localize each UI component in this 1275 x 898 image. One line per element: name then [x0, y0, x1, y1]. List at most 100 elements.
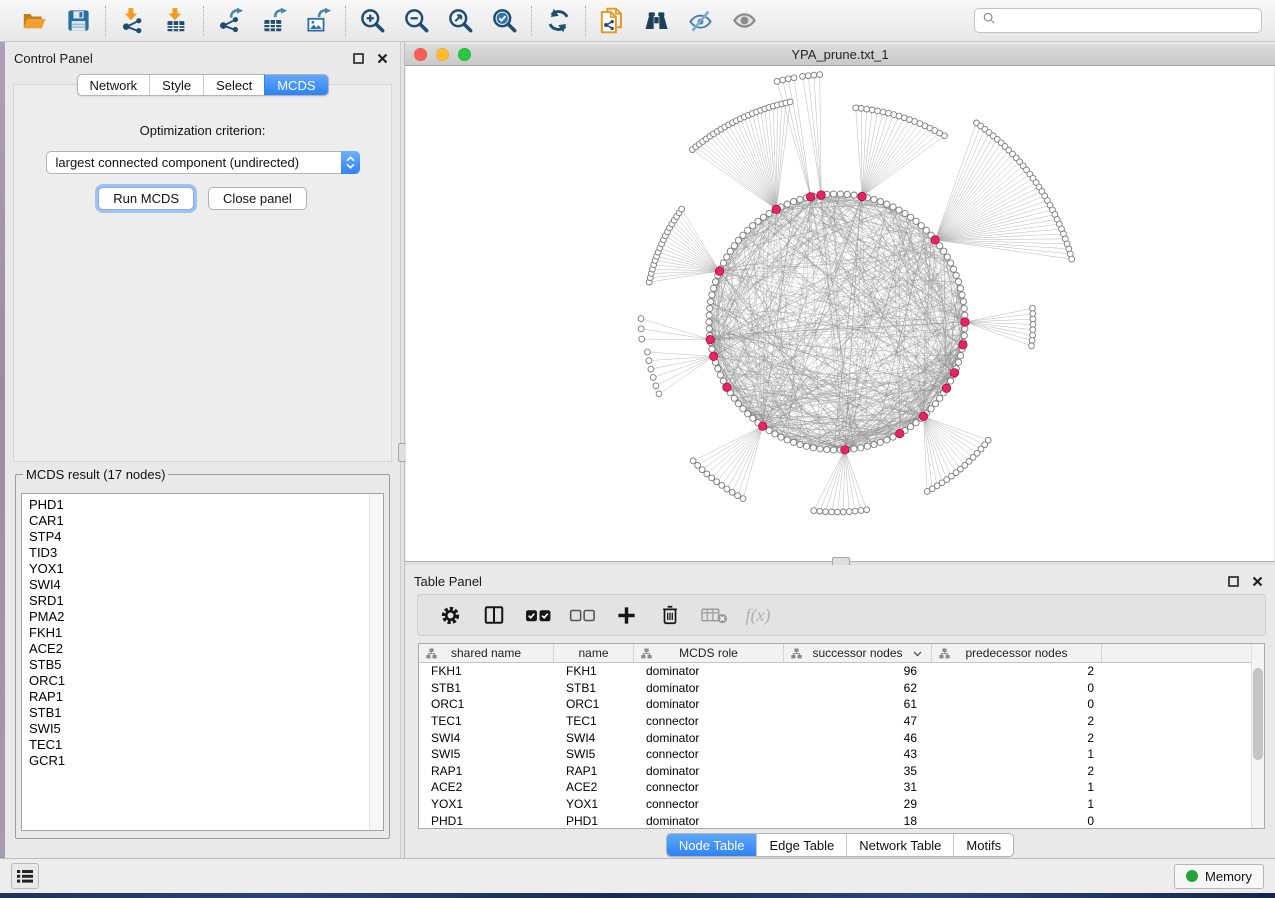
- table-cell-successor-nodes: 18: [784, 814, 932, 828]
- table-row[interactable]: RAP1RAP1dominator352: [419, 763, 1264, 780]
- run-mcds-button[interactable]: Run MCDS: [98, 187, 194, 210]
- table-row[interactable]: ACE2ACE2connector311: [419, 779, 1264, 796]
- mcds-result-item[interactable]: STB1: [29, 705, 383, 721]
- open-folder-icon[interactable]: [21, 7, 48, 34]
- mcds-result-item[interactable]: STP4: [29, 529, 383, 545]
- optimization-criterion-label: Optimization criterion:: [14, 123, 391, 138]
- list-scrollbar[interactable]: [369, 494, 383, 830]
- table-cell-predecessor-nodes: 0: [932, 681, 1102, 695]
- table-scrollbar[interactable]: [1251, 644, 1264, 828]
- zoom-out-icon[interactable]: [403, 7, 430, 34]
- mcds-result-item[interactable]: RAP1: [29, 689, 383, 705]
- table-row[interactable]: STB1STB1dominator620: [419, 680, 1264, 697]
- table-row[interactable]: TEC1TEC1connector472: [419, 713, 1264, 730]
- deselect-all-icon[interactable]: [560, 608, 604, 623]
- tab-motifs[interactable]: Motifs: [953, 834, 1013, 856]
- table-row[interactable]: SWI5SWI5connector431: [419, 746, 1264, 763]
- export-image-icon[interactable]: [305, 7, 332, 34]
- toolbar-icon-groups: [8, 0, 771, 41]
- share-document-icon[interactable]: [599, 7, 626, 34]
- gear-icon[interactable]: [428, 604, 472, 627]
- tab-edge-table[interactable]: Edge Table: [756, 834, 846, 856]
- tab-node-table[interactable]: Node Table: [667, 834, 757, 856]
- zoom-selected-icon[interactable]: [491, 7, 518, 34]
- scrollbar-thumb[interactable]: [1253, 668, 1263, 760]
- table-cell-mcds-role: connector: [634, 714, 784, 728]
- hide-graphics-details-icon[interactable]: [687, 7, 714, 34]
- import-network-icon[interactable]: [119, 7, 146, 34]
- mcds-result-item[interactable]: FKH1: [29, 625, 383, 641]
- search-input[interactable]: [1002, 12, 1254, 29]
- close-panel-icon[interactable]: [1252, 576, 1263, 587]
- binoculars-icon[interactable]: [643, 7, 670, 34]
- table-row[interactable]: SWI4SWI4dominator462: [419, 729, 1264, 746]
- column-header-mcds-role[interactable]: MCDS role: [634, 644, 784, 662]
- table-tabs: Node TableEdge TableNetwork TableMotifs: [666, 833, 1014, 857]
- column-header-predecessor-nodes[interactable]: predecessor nodes: [932, 644, 1102, 662]
- table-row[interactable]: PHD1PHD1dominator180: [419, 812, 1264, 829]
- table-row[interactable]: ORC1ORC1dominator610: [419, 696, 1264, 713]
- import-table-icon[interactable]: [163, 7, 190, 34]
- delete-icon[interactable]: [648, 604, 692, 626]
- tab-network-table[interactable]: Network Table: [846, 834, 953, 856]
- save-icon[interactable]: [65, 7, 92, 34]
- table-cell-predecessor-nodes: 2: [932, 714, 1102, 728]
- zoom-fit-icon[interactable]: [447, 7, 474, 34]
- search-box[interactable]: [974, 8, 1262, 33]
- column-header-name[interactable]: name: [554, 644, 634, 662]
- mcds-result-item[interactable]: ACE2: [29, 641, 383, 657]
- control-panel: Control Panel NetworkStyleSelectMCDS Opt…: [5, 42, 400, 858]
- export-network-icon[interactable]: [217, 7, 244, 34]
- table-cell-name: STB1: [554, 681, 634, 695]
- table-row[interactable]: YOX1YOX1connector291: [419, 796, 1264, 813]
- refresh-icon[interactable]: [545, 7, 572, 34]
- close-window-icon[interactable]: [414, 48, 427, 61]
- show-graphics-details-icon[interactable]: [731, 7, 758, 34]
- table-panel: Table Panel f(x) shared namenameMCDS rol…: [405, 565, 1275, 858]
- mcds-result-item[interactable]: TEC1: [29, 737, 383, 753]
- mcds-result-group: MCDS result (17 nodes) PHD1CAR1STP4TID3Y…: [15, 467, 390, 839]
- table-cell-name: ORC1: [554, 697, 634, 711]
- close-panel-icon[interactable]: [377, 53, 388, 64]
- zoom-in-icon[interactable]: [359, 7, 386, 34]
- network-graph[interactable]: [406, 66, 1274, 561]
- memory-button[interactable]: Memory: [1174, 864, 1264, 889]
- table-cell-mcds-role: dominator: [634, 764, 784, 778]
- column-header-shared-name[interactable]: shared name: [419, 644, 554, 662]
- mcds-result-item[interactable]: SWI4: [29, 577, 383, 593]
- close-panel-button[interactable]: Close panel: [208, 187, 307, 210]
- maximize-window-icon[interactable]: [458, 48, 471, 61]
- tab-mcds[interactable]: MCDS: [264, 75, 327, 95]
- mcds-result-item[interactable]: STB5: [29, 657, 383, 673]
- table-cell-successor-nodes: 31: [784, 780, 932, 794]
- split-columns-icon[interactable]: [472, 604, 516, 626]
- column-header-successor-nodes[interactable]: successor nodes: [784, 644, 932, 662]
- network-window-titlebar[interactable]: YPA_prune.txt_1: [405, 44, 1275, 66]
- select-all-icon[interactable]: [516, 608, 560, 623]
- table-panel-titlebar: Table Panel: [405, 565, 1275, 593]
- mcds-result-item[interactable]: YOX1: [29, 561, 383, 577]
- tab-style[interactable]: Style: [149, 75, 203, 95]
- mcds-result-item[interactable]: GCR1: [29, 753, 383, 769]
- export-table-icon[interactable]: [261, 7, 288, 34]
- network-view[interactable]: [406, 66, 1274, 561]
- mcds-result-item[interactable]: ORC1: [29, 673, 383, 689]
- mcds-result-item[interactable]: PHD1: [29, 497, 383, 513]
- criterion-select[interactable]: largest connected component (undirected): [46, 151, 360, 174]
- table-cell-name: PHD1: [554, 814, 634, 828]
- float-panel-icon[interactable]: [1228, 576, 1239, 587]
- mcds-result-item[interactable]: TID3: [29, 545, 383, 561]
- panel-list-button[interactable]: [11, 863, 39, 889]
- table-cell-successor-nodes: 29: [784, 797, 932, 811]
- tab-network[interactable]: Network: [77, 75, 149, 95]
- minimize-window-icon[interactable]: [436, 48, 449, 61]
- mcds-result-item[interactable]: SWI5: [29, 721, 383, 737]
- add-icon[interactable]: [604, 605, 648, 626]
- table-row[interactable]: FKH1FKH1dominator962: [419, 663, 1264, 680]
- table-cell-shared-name: YOX1: [419, 797, 554, 811]
- float-panel-icon[interactable]: [353, 53, 364, 64]
- mcds-result-item[interactable]: SRD1: [29, 593, 383, 609]
- tab-select[interactable]: Select: [203, 75, 264, 95]
- mcds-result-item[interactable]: CAR1: [29, 513, 383, 529]
- mcds-result-item[interactable]: PMA2: [29, 609, 383, 625]
